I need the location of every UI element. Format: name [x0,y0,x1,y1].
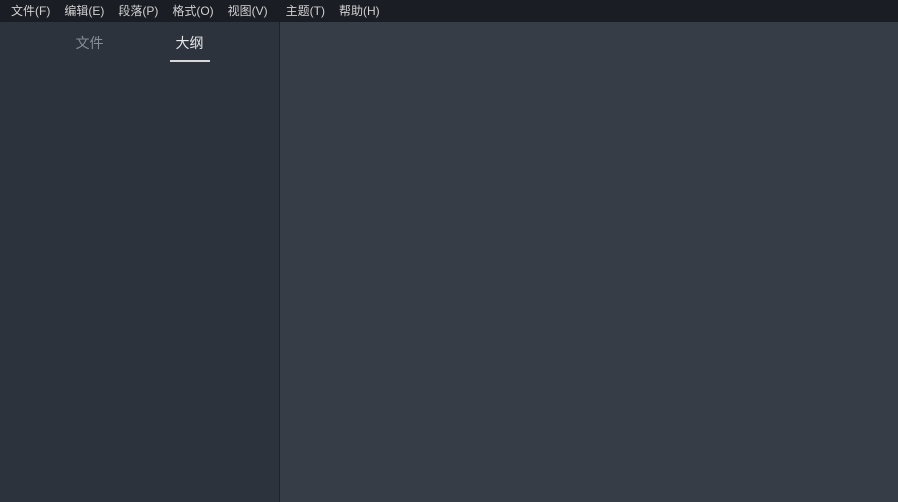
menu-view[interactable]: 视图(V) [221,0,275,22]
tab-files[interactable]: 文件 [70,27,110,62]
menu-file[interactable]: 文件(F) [4,0,57,22]
menubar: 文件(F) 编辑(E) 段落(P) 格式(O) 视图(V) 主题(T) 帮助(H… [0,0,898,22]
sidebar: 文件 大纲 [0,22,280,502]
menu-format[interactable]: 格式(O) [165,0,220,22]
editor-area[interactable] [280,22,898,502]
menu-theme[interactable]: 主题(T) [279,0,332,22]
tab-outline[interactable]: 大纲 [170,27,210,62]
menu-help[interactable]: 帮助(H) [332,0,387,22]
sidebar-tabs: 文件 大纲 [0,22,279,62]
menu-edit[interactable]: 编辑(E) [57,0,111,22]
menu-paragraph[interactable]: 段落(P) [111,0,165,22]
content-area: 文件 大纲 [0,22,898,502]
